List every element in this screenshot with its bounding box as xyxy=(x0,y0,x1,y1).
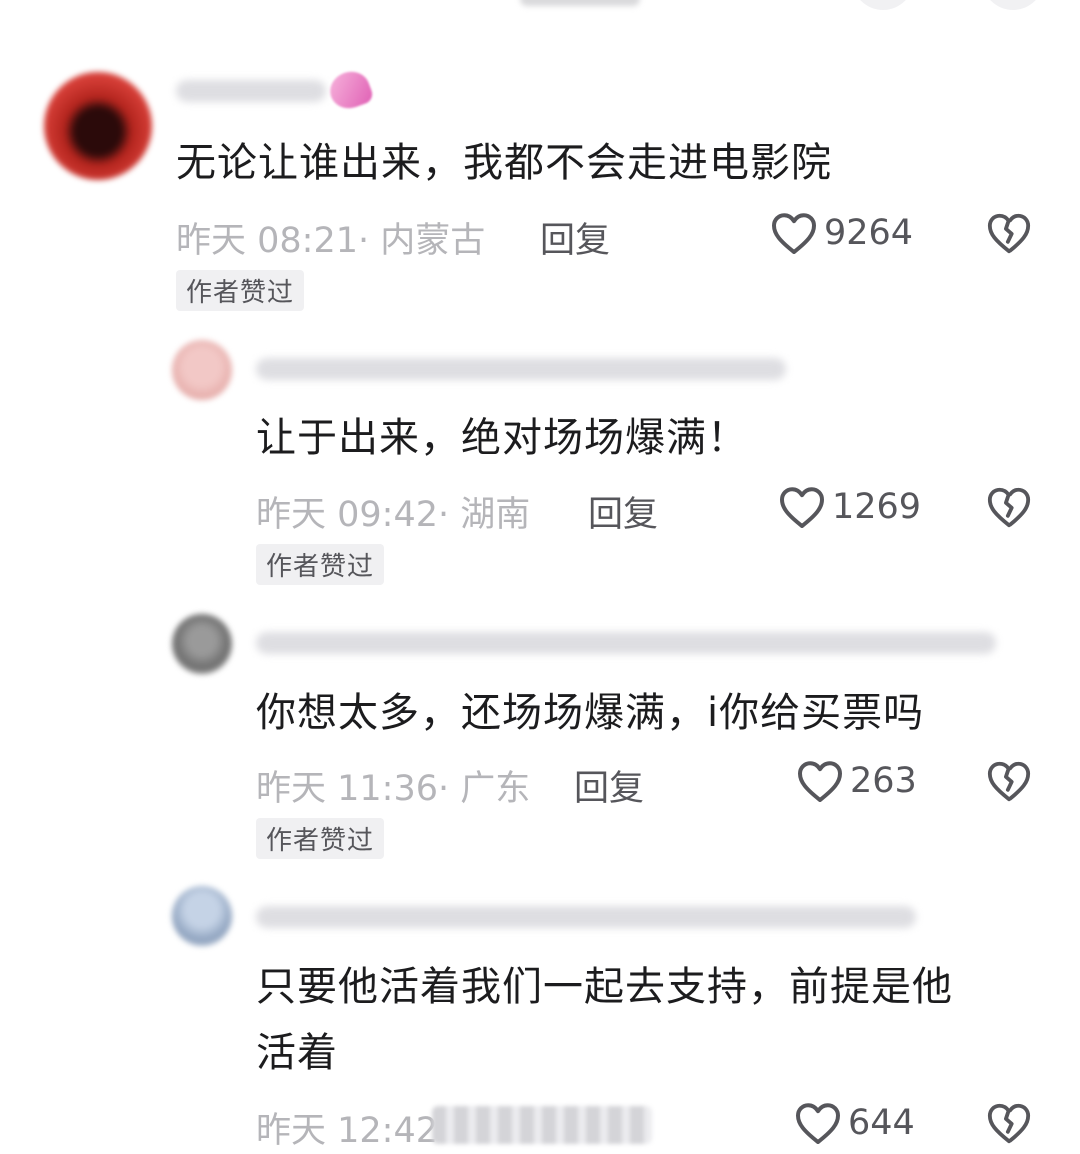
comment-text: 无论让谁出来，我都不会走进电影院 xyxy=(176,140,832,186)
dislike-button[interactable] xyxy=(986,484,1032,530)
broken-heart-icon xyxy=(986,210,1032,256)
comment-meta: 昨天 08:21· 内蒙古 xyxy=(176,221,486,261)
like-button[interactable]: 9264 xyxy=(770,210,913,256)
author-liked-badge: 作者赞过 xyxy=(176,270,305,311)
heart-outline-icon xyxy=(778,484,826,530)
comment-location: 广东 xyxy=(460,769,531,809)
comment-location: 内蒙古 xyxy=(380,221,486,261)
avatar[interactable] xyxy=(172,614,232,674)
like-count: 263 xyxy=(850,761,917,801)
like-button[interactable]: 644 xyxy=(794,1100,915,1146)
watermark xyxy=(432,1106,652,1144)
reply-button[interactable]: 回复 xyxy=(574,760,644,811)
comment-text: 你想太多，还场场爆满，i你给买票吗 xyxy=(256,690,925,736)
comment-meta: 昨天 12:42 xyxy=(256,1102,438,1153)
like-count: 9264 xyxy=(824,213,914,253)
author-liked-badge: 作者赞过 xyxy=(256,544,385,585)
broken-heart-icon xyxy=(986,758,1032,804)
comment-time: 昨天 08:21 xyxy=(176,221,358,261)
like-count: 644 xyxy=(848,1103,915,1143)
comment-time: 昨天 11:36 xyxy=(256,769,438,809)
comment-text: 只要他活着我们一起去支持，前提是他 活着 xyxy=(256,964,953,1076)
like-count: 1269 xyxy=(832,487,922,527)
dislike-button[interactable] xyxy=(986,758,1032,804)
like-button[interactable]: 263 xyxy=(796,758,917,804)
username[interactable] xyxy=(256,906,916,928)
avatar[interactable] xyxy=(172,886,232,946)
avatar[interactable] xyxy=(172,340,232,400)
heart-outline-icon xyxy=(794,1100,842,1146)
reply-button[interactable]: 回复 xyxy=(588,486,658,537)
top-bar-button-left[interactable] xyxy=(852,0,914,10)
username-emoji xyxy=(325,66,375,114)
comment-meta: 昨天 09:42· 湖南 xyxy=(256,495,531,535)
reply-button[interactable]: 回复 xyxy=(540,212,610,263)
broken-heart-icon xyxy=(986,484,1032,530)
comment-text: 让于出来，绝对场场爆满！ xyxy=(256,415,748,461)
avatar[interactable] xyxy=(44,72,152,180)
top-bar-button-right[interactable] xyxy=(982,0,1044,10)
comment-time: 昨天 12:42 xyxy=(256,1111,438,1151)
dislike-button[interactable] xyxy=(986,210,1032,256)
username[interactable] xyxy=(256,632,996,654)
like-button[interactable]: 1269 xyxy=(778,484,921,530)
heart-outline-icon xyxy=(770,210,818,256)
author-liked-badge: 作者赞过 xyxy=(256,818,385,859)
comment-meta: 昨天 11:36· 广东 xyxy=(256,769,531,809)
top-bar-title xyxy=(520,0,640,6)
comment-time: 昨天 09:42 xyxy=(256,495,438,535)
username[interactable] xyxy=(256,358,786,380)
username[interactable] xyxy=(176,80,326,102)
broken-heart-icon xyxy=(986,1100,1032,1146)
dislike-button[interactable] xyxy=(986,1100,1032,1146)
comment-location: 湖南 xyxy=(460,495,531,535)
heart-outline-icon xyxy=(796,758,844,804)
